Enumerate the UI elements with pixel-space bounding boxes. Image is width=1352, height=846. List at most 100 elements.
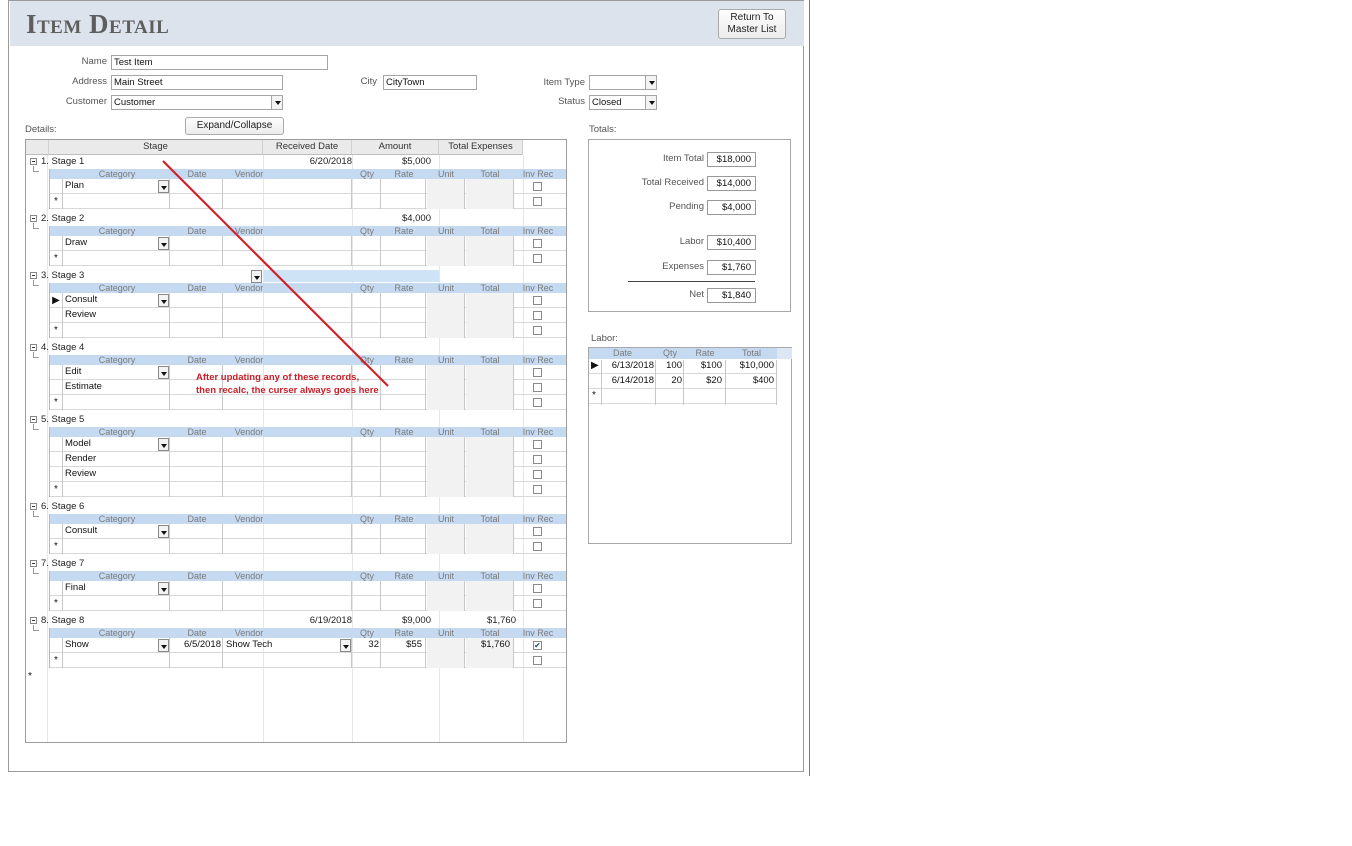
expense-row[interactable]: Render	[50, 452, 566, 467]
record-selector[interactable]	[50, 380, 63, 395]
labor-new-row[interactable]: *	[589, 389, 777, 405]
new-record-row[interactable]: *	[50, 482, 566, 497]
new-record-marker[interactable]: *	[592, 390, 596, 401]
chevron-down-icon[interactable]	[271, 96, 282, 109]
stage-row[interactable]: 1. Stage 1 6/20/2018 $5,000	[26, 155, 566, 172]
stage-row[interactable]: 5. Stage 5	[26, 413, 566, 430]
expense-row[interactable]: Review	[50, 467, 566, 482]
inv-rec-checkbox[interactable]	[533, 254, 542, 263]
subform-expenses[interactable]: Category Date Vendor Qty Rate Unit Total Inv Re…	[49, 514, 566, 554]
inv-rec-checkbox[interactable]	[533, 470, 542, 479]
name-field[interactable]: Test Item	[111, 55, 328, 70]
inv-rec-checkbox[interactable]	[533, 368, 542, 377]
customer-select[interactable]: Customer	[111, 95, 283, 110]
new-record-marker[interactable]: *	[50, 539, 63, 554]
expense-row[interactable]: Final	[50, 581, 566, 596]
item-type-select[interactable]	[589, 75, 657, 90]
subform-expenses[interactable]: Category Date Vendor Qty Rate Unit Total Inv Re…	[49, 226, 566, 266]
subform-expenses[interactable]: Category Date Vendor Qty Rate Unit Total Inv Re…	[49, 571, 566, 611]
inv-rec-checkbox[interactable]	[533, 197, 542, 206]
labor-row[interactable]: ▶ 6/13/2018 100 $100 $10,000	[589, 359, 777, 375]
record-selector[interactable]	[50, 467, 63, 482]
chevron-down-icon[interactable]	[158, 237, 169, 250]
new-record-row[interactable]: *	[50, 596, 566, 611]
record-selector[interactable]	[50, 437, 63, 452]
new-record-marker[interactable]: *	[50, 653, 63, 668]
expense-row[interactable]: Review	[50, 308, 566, 323]
expense-row[interactable]: Consult	[50, 524, 566, 539]
record-selector[interactable]	[50, 524, 63, 539]
inv-rec-checkbox[interactable]	[533, 599, 542, 608]
chevron-down-icon[interactable]	[158, 294, 169, 307]
labor-datasheet[interactable]: Date Qty Rate Total ▶ 6/13/2018 100 $100 $10,000…	[588, 347, 792, 544]
collapse-toggle-icon[interactable]	[30, 617, 37, 624]
inv-rec-checkbox[interactable]	[533, 584, 542, 593]
new-record-row[interactable]: *	[50, 323, 566, 338]
new-stage-row[interactable]: *	[26, 671, 566, 685]
inv-rec-checkbox[interactable]	[533, 383, 542, 392]
new-record-row[interactable]: *	[50, 539, 566, 554]
record-selector[interactable]	[50, 581, 63, 596]
chevron-down-icon[interactable]	[340, 639, 351, 652]
new-record-marker[interactable]: *	[50, 596, 63, 611]
collapse-toggle-icon[interactable]	[30, 272, 37, 279]
record-selector[interactable]: ▶	[50, 293, 63, 308]
inv-rec-checkbox[interactable]	[533, 527, 542, 536]
collapse-toggle-icon[interactable]	[30, 560, 37, 567]
stage-row[interactable]: 6. Stage 6	[26, 500, 566, 517]
chevron-down-icon[interactable]	[158, 180, 169, 193]
status-select[interactable]: Closed	[589, 95, 657, 110]
chevron-down-icon[interactable]	[645, 76, 656, 89]
subform-expenses[interactable]: Category Date Vendor Qty Rate Unit Total Inv Re…	[49, 283, 566, 338]
inv-rec-checkbox[interactable]	[533, 656, 542, 665]
collapse-toggle-icon[interactable]	[30, 344, 37, 351]
new-record-row[interactable]: *	[50, 251, 566, 266]
stage-row[interactable]: 8. Stage 8 6/19/2018 $9,000 $1,760	[26, 614, 566, 631]
record-selector[interactable]	[50, 452, 63, 467]
inv-rec-checkbox[interactable]	[533, 311, 542, 320]
new-record-marker[interactable]: *	[50, 251, 63, 266]
new-record-row[interactable]: *	[50, 194, 566, 209]
subform-expenses[interactable]: Category Date Vendor Qty Rate Unit Total Inv Re…	[49, 169, 566, 209]
stage-row[interactable]: 2. Stage 2 $4,000	[26, 212, 566, 229]
labor-row[interactable]: 6/14/2018 20 $20 $400	[589, 374, 777, 390]
chevron-down-icon[interactable]	[251, 270, 262, 283]
chevron-down-icon[interactable]	[645, 96, 656, 109]
stage-row[interactable]: 4. Stage 4	[26, 341, 566, 358]
inv-rec-checkbox[interactable]	[533, 542, 542, 551]
new-record-marker[interactable]: *	[50, 482, 63, 497]
inv-rec-checkbox[interactable]	[533, 182, 542, 191]
inv-rec-checkbox[interactable]	[533, 455, 542, 464]
chevron-down-icon[interactable]	[158, 438, 169, 451]
record-selector[interactable]	[589, 375, 602, 390]
record-selector[interactable]	[50, 308, 63, 323]
new-record-row[interactable]: *	[50, 395, 566, 410]
expense-row[interactable]: Model	[50, 437, 566, 452]
expense-row[interactable]: ▶ Consult	[50, 293, 566, 308]
record-selector[interactable]	[50, 179, 63, 194]
stages-datasheet[interactable]: Stage Received Date Amount Total Expenses 1.…	[25, 139, 567, 743]
new-record-marker[interactable]: *	[50, 194, 63, 209]
chevron-down-icon[interactable]	[158, 525, 169, 538]
city-field[interactable]: CityTown	[383, 75, 477, 90]
inv-rec-checkbox[interactable]	[533, 398, 542, 407]
new-record-marker[interactable]: *	[28, 671, 32, 682]
chevron-down-icon[interactable]	[158, 366, 169, 379]
new-record-marker[interactable]: *	[50, 395, 63, 410]
record-selector[interactable]	[50, 236, 63, 251]
inv-rec-checkbox[interactable]	[533, 296, 542, 305]
new-record-marker[interactable]: *	[50, 323, 63, 338]
collapse-toggle-icon[interactable]	[30, 158, 37, 165]
collapse-toggle-icon[interactable]	[30, 503, 37, 510]
inv-rec-checkbox[interactable]	[533, 485, 542, 494]
record-selector[interactable]	[50, 638, 63, 653]
record-selector[interactable]	[50, 365, 63, 380]
expense-row[interactable]: Show 6/5/2018 Show Tech 32 $55 $1,760 ✔	[50, 638, 566, 653]
expense-row[interactable]: Plan	[50, 179, 566, 194]
collapse-toggle-icon[interactable]	[30, 416, 37, 423]
expand-collapse-button[interactable]: Expand/Collapse	[185, 117, 284, 135]
inv-rec-checkbox[interactable]	[533, 239, 542, 248]
stage-row[interactable]: 7. Stage 7	[26, 557, 566, 574]
new-record-row[interactable]: *	[50, 653, 566, 668]
inv-rec-checkbox[interactable]	[533, 326, 542, 335]
